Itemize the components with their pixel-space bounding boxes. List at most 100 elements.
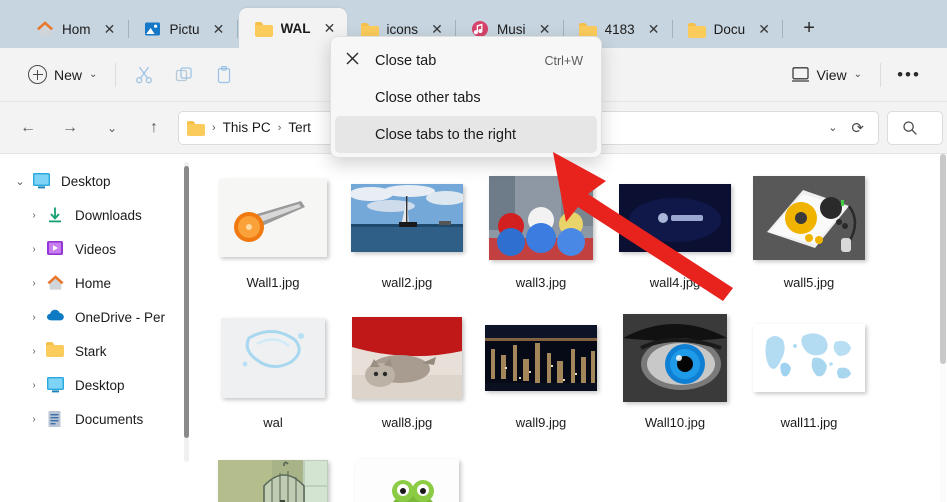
search-input[interactable] xyxy=(887,110,943,145)
sidebar-item-label: Home xyxy=(75,275,112,291)
sidebar-item-downloads[interactable]: › Downloads xyxy=(0,198,192,232)
chevron-right-icon[interactable]: › xyxy=(22,312,46,323)
folder-icon xyxy=(254,21,273,37)
file-item[interactable]: Wall12.jpg xyxy=(206,450,340,502)
thumbnail xyxy=(214,310,332,406)
tab-divider xyxy=(782,20,784,38)
sidebar-item-home[interactable]: › Home xyxy=(0,266,192,300)
menu-item-label: Close tabs to the right xyxy=(375,126,517,143)
tab-close-button[interactable]: ✕ xyxy=(753,18,775,40)
see-more-button[interactable]: ••• xyxy=(889,57,929,93)
chevron-right-icon[interactable]: › xyxy=(22,414,46,425)
content-scrollbar-thumb[interactable] xyxy=(940,154,946,364)
water-splash-thumbnail xyxy=(221,318,325,398)
tab-close-button[interactable]: ✕ xyxy=(643,18,665,40)
chevron-down-icon[interactable]: ⌄ xyxy=(8,175,32,188)
content-scrollbar[interactable] xyxy=(940,154,946,502)
breadcrumb-item-drive[interactable]: Tert xyxy=(288,120,311,135)
sidebar-item-desktop-2[interactable]: › Desktop xyxy=(0,368,192,402)
file-item[interactable]: wall11.jpg xyxy=(742,310,876,450)
new-tab-button[interactable]: + xyxy=(792,11,826,45)
chevron-right-icon[interactable]: › xyxy=(22,210,46,221)
breadcrumb-item-this-pc[interactable]: This PC xyxy=(223,120,271,135)
view-icon xyxy=(791,67,809,82)
tab-label: Docu xyxy=(713,21,746,37)
thumbnail xyxy=(750,310,868,406)
tab-pictures[interactable]: Pictu ✕ xyxy=(130,10,236,48)
thumbnail xyxy=(482,310,600,406)
chevron-right-icon[interactable]: › xyxy=(22,380,46,391)
desktop-icon xyxy=(32,172,52,190)
menu-item-label: Close other tabs xyxy=(375,89,481,106)
new-button[interactable]: New ⌄ xyxy=(18,59,107,90)
file-item[interactable]: Wall1.jpg xyxy=(206,170,340,310)
recent-locations-button[interactable]: ⌄ xyxy=(96,112,128,144)
tab-divider xyxy=(127,20,129,38)
file-item[interactable]: wall8.jpg xyxy=(340,310,474,450)
sidebar-item-label: Desktop xyxy=(75,377,125,393)
file-item[interactable]: wall3.jpg xyxy=(474,170,608,310)
sidebar-item-label: Desktop xyxy=(61,173,111,189)
menu-item-close-tabs-to-the-right[interactable]: Close tabs to the right xyxy=(335,116,597,153)
file-item[interactable]: wall xyxy=(340,450,474,502)
plus-icon xyxy=(28,65,47,84)
file-item[interactable]: wall2.jpg xyxy=(340,170,474,310)
sidebar-item-videos[interactable]: › Videos xyxy=(0,232,192,266)
forward-button[interactable]: → xyxy=(54,112,86,144)
sidebar-item-desktop[interactable]: ⌄ Desktop xyxy=(0,164,192,198)
new-button-label: New xyxy=(54,66,83,83)
tab-documents[interactable]: Docu ✕ xyxy=(674,10,782,48)
paste-icon xyxy=(218,65,231,83)
file-item[interactable]: wall4.jpg xyxy=(608,170,742,310)
tab-divider xyxy=(236,20,238,38)
sidebar-item-onedrive[interactable]: › OneDrive - Per xyxy=(0,300,192,334)
sidebar-scrollbar-thumb[interactable] xyxy=(184,166,189,438)
cut-button[interactable] xyxy=(124,57,164,93)
sidebar-scrollbar[interactable] xyxy=(184,162,189,462)
menu-item-close-other-tabs[interactable]: Close other tabs xyxy=(335,79,597,116)
refresh-icon[interactable]: ⟳ xyxy=(845,119,870,137)
close-icon xyxy=(345,51,375,70)
tab-close-button[interactable]: ✕ xyxy=(208,18,230,40)
file-item[interactable]: Wall10.jpg xyxy=(608,310,742,450)
chevron-right-icon[interactable]: › xyxy=(22,278,46,289)
tab-close-button[interactable]: ✕ xyxy=(99,18,121,40)
file-grid: Wall1.jpg wall2.jpg wall3.jpg wall4.jpg … xyxy=(192,154,947,502)
explorer-body: ⌄ Desktop › Downloads › Videos › Home › … xyxy=(0,154,947,502)
menu-item-shortcut: Ctrl+W xyxy=(544,53,583,68)
back-button[interactable]: ← xyxy=(12,112,44,144)
thumbnail xyxy=(214,450,332,502)
folder-icon xyxy=(687,22,706,38)
water-map-thumbnail xyxy=(753,324,865,392)
file-name: wall3.jpg xyxy=(515,275,567,290)
android-logo-thumbnail xyxy=(619,184,731,252)
tab-home[interactable]: Hom ✕ xyxy=(22,10,127,48)
chevron-down-icon[interactable]: ⌄ xyxy=(820,121,845,134)
file-name: wall4.jpg xyxy=(649,275,701,290)
paste-button[interactable] xyxy=(204,57,244,93)
sidebar-item-documents[interactable]: › Documents xyxy=(0,402,192,436)
file-item[interactable]: wal xyxy=(206,310,340,450)
chevron-right-icon[interactable]: › xyxy=(22,346,46,357)
home-icon xyxy=(36,20,54,38)
orange-knife-thumbnail xyxy=(219,179,327,257)
file-name: wall8.jpg xyxy=(381,415,433,430)
view-button[interactable]: View ⌄ xyxy=(781,60,872,89)
sidebar-item-label: Downloads xyxy=(75,207,142,223)
file-name: wall5.jpg xyxy=(783,275,835,290)
view-button-label: View xyxy=(816,66,847,83)
sidebar-item-label: Stark xyxy=(75,343,107,359)
chevron-right-icon[interactable]: › xyxy=(22,244,46,255)
sidebar-item-stark[interactable]: › Stark xyxy=(0,334,192,368)
tab-label: icons xyxy=(386,21,419,37)
copy-icon xyxy=(176,66,193,81)
file-item[interactable]: wall9.jpg xyxy=(474,310,608,450)
tall-ship-thumbnail xyxy=(351,184,463,252)
menu-item-close-tab[interactable]: Close tab Ctrl+W xyxy=(335,42,597,79)
toolbar-divider xyxy=(115,62,117,87)
file-list-view[interactable]: Wall1.jpg wall2.jpg wall3.jpg wall4.jpg … xyxy=(192,154,947,502)
copy-button[interactable] xyxy=(164,57,204,93)
birdcage-thumbnail xyxy=(218,460,328,502)
file-item[interactable]: wall5.jpg xyxy=(742,170,876,310)
up-button[interactable]: ↑ xyxy=(138,112,170,144)
